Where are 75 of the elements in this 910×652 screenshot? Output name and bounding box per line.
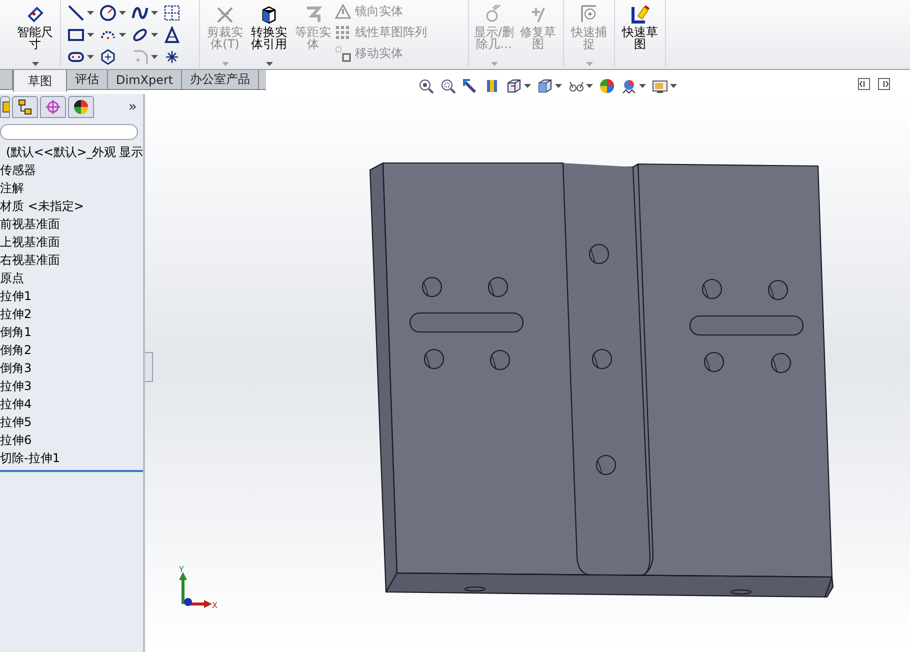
tree-icon [17, 99, 33, 115]
tree-item[interactable]: 上视基准面 [0, 233, 143, 251]
caret-icon[interactable] [524, 84, 531, 88]
caret-icon[interactable] [151, 55, 158, 59]
tree-item[interactable]: 倒角2 [0, 341, 143, 359]
display-settings-icon[interactable] [652, 78, 668, 94]
view-orientation-icon[interactable] [506, 78, 522, 94]
more-tabs-button[interactable]: » [128, 99, 137, 115]
zoom-area-icon[interactable] [440, 78, 456, 94]
caret-icon[interactable] [119, 11, 126, 15]
grid-icon[interactable] [163, 4, 181, 22]
crosshair-icon [45, 99, 61, 115]
tool-icon [335, 46, 351, 62]
tree-item[interactable]: (默认<<默认>_外观 显示 [0, 143, 143, 161]
tree-item[interactable]: 传感器 [0, 161, 143, 179]
panel-tab[interactable] [0, 96, 10, 118]
caret-icon[interactable] [151, 33, 158, 37]
ribbon-button[interactable]: 快速草图 [618, 0, 662, 66]
ribbon-button[interactable]: 转换实体引用 [247, 0, 291, 66]
previous-view-icon[interactable] [462, 78, 478, 94]
tree-item[interactable]: 材质 <未指定> [0, 197, 143, 215]
caret-icon[interactable] [555, 84, 562, 88]
caret-icon[interactable] [266, 62, 272, 66]
filter-field[interactable] [0, 124, 138, 140]
tree-item[interactable]: 注解 [0, 179, 143, 197]
caret-icon[interactable] [87, 33, 94, 37]
ellipse-icon[interactable] [131, 26, 149, 44]
rectangle-icon[interactable] [67, 26, 85, 44]
tile-right-icon[interactable] [878, 78, 890, 90]
panel-collapse-handle[interactable] [145, 352, 153, 382]
circle-icon[interactable] [99, 4, 117, 22]
tree-item[interactable]: 倒角1 [0, 323, 143, 341]
display-style-icon[interactable] [537, 78, 553, 94]
line-icon[interactable] [67, 4, 85, 22]
tree-item[interactable]: 拉伸6 [0, 431, 143, 449]
x-axis-label: X [212, 601, 218, 610]
tree-item[interactable]: 拉伸2 [0, 305, 143, 323]
tool-icon [25, 4, 45, 24]
scene-icon[interactable] [621, 78, 637, 94]
text-icon[interactable] [163, 26, 181, 44]
tree-item[interactable]: 拉伸4 [0, 395, 143, 413]
tree-item[interactable]: 前视基准面 [0, 215, 143, 233]
tool-icon [335, 4, 351, 20]
section-view-icon[interactable] [484, 78, 500, 94]
tree-item[interactable]: 切除-拉伸1 [0, 449, 143, 467]
caret-icon[interactable] [32, 62, 38, 66]
appearance-icon [73, 99, 89, 115]
spline-icon[interactable] [131, 4, 149, 22]
tab[interactable]: 草图 [13, 70, 67, 92]
ribbon-button[interactable]: 智能尺寸 [13, 0, 57, 66]
tool-icon [335, 24, 351, 40]
panel-tab[interactable] [12, 96, 38, 118]
tree-item[interactable]: 右视基准面 [0, 251, 143, 269]
caret-icon[interactable] [586, 84, 593, 88]
tree-item[interactable]: 拉伸1 [0, 287, 143, 305]
caret-icon[interactable] [151, 11, 158, 15]
caret-icon[interactable] [639, 84, 646, 88]
caret-icon[interactable] [670, 84, 677, 88]
y-axis-label: Y [179, 565, 184, 574]
polygon-icon[interactable] [99, 48, 117, 66]
tree-item[interactable]: 拉伸5 [0, 413, 143, 431]
appearance-icon[interactable] [599, 78, 615, 94]
caret-icon[interactable] [87, 55, 94, 59]
tree-item[interactable]: 拉伸3 [0, 377, 143, 395]
caret-icon[interactable] [87, 11, 94, 15]
caret-icon[interactable] [119, 33, 126, 37]
point-icon[interactable] [163, 48, 181, 66]
panel-tab[interactable] [68, 96, 94, 118]
tool-icon [630, 4, 650, 24]
tool-icon [579, 4, 599, 24]
tree-item[interactable]: 原点 [0, 269, 143, 287]
axis-triad-drawing [179, 572, 212, 608]
list-icon [1, 99, 9, 115]
tile-left-icon[interactable] [858, 78, 870, 90]
tree-item[interactable]: 倒角3 [0, 359, 143, 377]
